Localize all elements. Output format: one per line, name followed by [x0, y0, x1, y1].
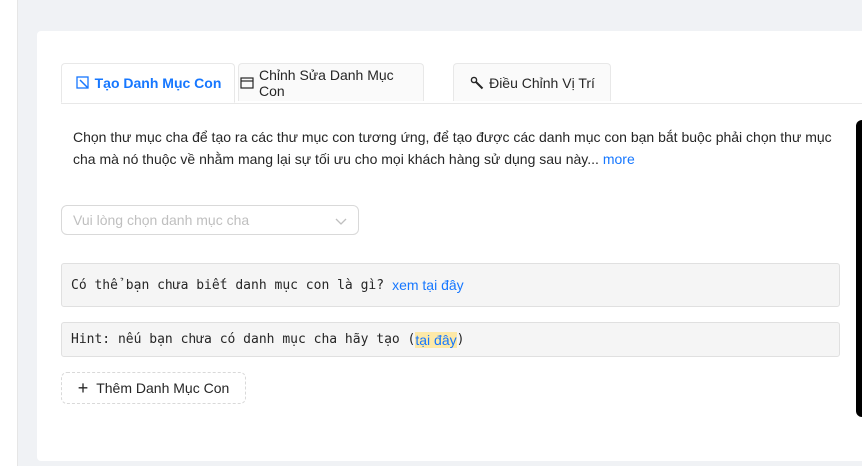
hint-suffix: ) — [456, 332, 465, 347]
tab-label: Điều Chỉnh Vị Trí — [489, 74, 595, 91]
info-box: Có thể bạn chưa biết danh mục con là gì?… — [61, 263, 840, 307]
tab-create-subcategory[interactable]: Tạo Danh Mục Con — [61, 63, 235, 103]
chevron-down-icon — [335, 218, 347, 225]
info-text: Có thể bạn chưa biết danh mục con là gì? — [71, 277, 385, 293]
edit-square-icon — [75, 75, 91, 91]
tab-edit-subcategory[interactable]: Chỉnh Sửa Danh Mục Con — [238, 63, 424, 101]
view-here-link[interactable]: xem tại đây — [392, 277, 464, 293]
left-sidebar-edge — [0, 0, 18, 466]
content-card: Tạo Danh Mục Con Chỉnh Sửa Danh Mục Con … — [37, 31, 862, 461]
description-text: Chọn thư mục cha để tạo ra các thư mục c… — [73, 126, 833, 170]
add-subcategory-button[interactable]: + Thêm Danh Mục Con — [61, 372, 246, 404]
description-body: Chọn thư mục cha để tạo ra các thư mục c… — [73, 129, 832, 167]
hint-box: Hint: nếu bạn chưa có danh mục cha hãy t… — [61, 322, 840, 357]
tab-bar: Tạo Danh Mục Con Chỉnh Sửa Danh Mục Con … — [61, 63, 862, 104]
select-placeholder: Vui lòng chọn danh mục cha — [73, 212, 250, 228]
create-here-link[interactable]: tại đây — [415, 331, 457, 348]
tab-adjust-position[interactable]: Điều Chỉnh Vị Trí — [453, 63, 611, 101]
window-icon — [239, 75, 255, 91]
hint-prefix: Hint: nếu bạn chưa có danh mục cha hãy t… — [71, 332, 416, 347]
add-button-label: Thêm Danh Mục Con — [96, 380, 230, 396]
right-edge-panel — [856, 120, 862, 417]
plus-icon: + — [77, 378, 89, 398]
more-link[interactable]: more — [603, 151, 635, 167]
parent-category-select[interactable]: Vui lòng chọn danh mục cha — [61, 205, 359, 235]
tab-label: Tạo Danh Mục Con — [94, 75, 222, 91]
tab-label: Chỉnh Sửa Danh Mục Con — [258, 66, 394, 99]
wrench-icon — [469, 75, 485, 91]
